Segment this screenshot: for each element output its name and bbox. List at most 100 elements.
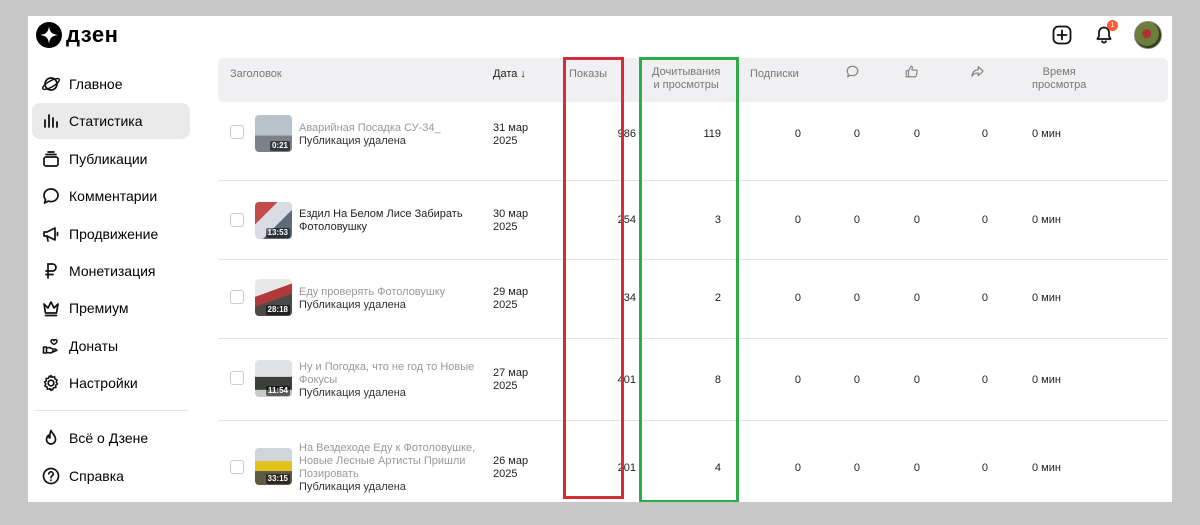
video-duration: 33:15 [265, 474, 290, 484]
column-likes-header[interactable] [904, 64, 919, 83]
sidebar-item-monetization[interactable]: Монетизация [32, 253, 190, 289]
sidebar-item-label: Монетизация [69, 262, 156, 279]
date-day: 26 мар [493, 455, 529, 467]
sidebar: Главное Статистика Публикации Комментари… [32, 66, 190, 495]
logo[interactable]: дзен [36, 22, 118, 48]
publication-title[interactable]: Аварийная Посадка СУ-34_ [299, 122, 479, 135]
shares-value: 0 [981, 462, 988, 474]
sidebar-item-promotion[interactable]: Продвижение [32, 216, 190, 252]
column-time-label-2: просмотра [1032, 79, 1087, 91]
notification-badge: 1 [1107, 20, 1118, 31]
sidebar-item-label: Публикации [69, 150, 148, 167]
row-checkbox[interactable] [230, 460, 244, 474]
video-duration: 28:18 [265, 305, 290, 315]
comments-value: 0 [853, 292, 860, 304]
sidebar-item-stats[interactable]: Статистика [32, 103, 190, 140]
sidebar-item-donations[interactable]: Донаты [32, 328, 190, 364]
subscriptions-value: 0 [794, 462, 801, 474]
sidebar-item-label: Главное [69, 76, 123, 92]
comments-value: 0 [853, 462, 860, 474]
sidebar-item-publications[interactable]: Публикации [32, 141, 190, 177]
column-date-header[interactable]: Дата ↓ [493, 68, 526, 81]
publication-title[interactable]: Еду проверять Фотоловушку [299, 286, 479, 299]
sidebar-item-premium[interactable]: Премиум [32, 290, 190, 326]
avatar[interactable] [1134, 21, 1162, 49]
sidebar-item-main[interactable]: Главное [32, 66, 190, 102]
comment-icon [40, 185, 62, 207]
comments-value: 0 [853, 374, 860, 386]
stack-icon [40, 148, 62, 170]
video-thumbnail[interactable]: 11:54 [255, 360, 292, 397]
watch-time-value: 0 мин [1032, 128, 1061, 140]
column-time-header[interactable]: Время просмотра [1032, 66, 1086, 92]
watch-time-value: 0 мин [1032, 462, 1061, 474]
sidebar-item-label: Статистика [69, 113, 143, 130]
watch-time-value: 0 мин [1032, 374, 1061, 386]
video-duration: 11:54 [265, 386, 290, 396]
subscriptions-value: 0 [794, 214, 801, 226]
publication-status: Публикация удалена [299, 481, 406, 493]
impressions-highlight-box [563, 57, 624, 499]
sidebar-item-label: Всё о Дзене [69, 430, 149, 447]
row-checkbox[interactable] [230, 371, 244, 385]
date-year: 2025 [493, 221, 518, 233]
column-title-header[interactable]: Заголовок [230, 68, 282, 81]
subscriptions-value: 0 [794, 292, 801, 304]
video-thumbnail[interactable]: 33:15 [255, 448, 292, 485]
crown-icon [40, 297, 62, 319]
brand-name: дзен [66, 22, 119, 47]
date-year: 2025 [493, 380, 518, 392]
column-subscriptions-header[interactable]: Подписки [750, 68, 799, 81]
video-thumbnail[interactable]: 0:21 [255, 115, 292, 152]
sidebar-item-settings[interactable]: Настройки [32, 365, 190, 401]
sidebar-item-label: Продвижение [69, 225, 159, 242]
app-window: дзен 1 Главное Статистика Публикации Ком… [28, 16, 1172, 502]
publication-status: Публикация удалена [299, 387, 406, 399]
help-icon [40, 465, 62, 487]
shares-value: 0 [981, 128, 988, 140]
likes-value: 0 [913, 214, 920, 226]
create-button[interactable] [1050, 23, 1074, 47]
column-shares-header[interactable] [970, 64, 985, 83]
likes-value: 0 [913, 128, 920, 140]
row-checkbox[interactable] [230, 213, 244, 227]
sidebar-divider [34, 410, 188, 412]
publication-status: Публикация удалена [299, 135, 406, 147]
publication-status: Публикация удалена [299, 299, 406, 311]
date-day: 31 мар [493, 122, 529, 134]
publication-title[interactable]: На Вездеходе Еду к Фотоловушке, Новые Ле… [299, 442, 479, 481]
sidebar-item-comments[interactable]: Комментарии [32, 178, 190, 214]
row-checkbox[interactable] [230, 125, 244, 139]
video-thumbnail[interactable]: 28:18 [255, 279, 292, 316]
publication-title[interactable]: Ну и Погодка, что не год то Новые Фокусы [299, 361, 479, 387]
donate-hand-icon [40, 335, 62, 357]
sidebar-item-label: Комментарии [69, 188, 158, 205]
date-day: 27 мар [493, 367, 529, 379]
date-year: 2025 [493, 468, 518, 480]
bar-chart-icon [40, 110, 62, 132]
sidebar-item-about[interactable]: Всё о Дзене [32, 420, 190, 456]
share-arrow-icon [971, 66, 984, 77]
sidebar-item-label: Донаты [69, 337, 119, 354]
thumbs-up-icon [905, 65, 918, 78]
date-year: 2025 [493, 135, 518, 147]
video-duration: 13:53 [265, 228, 290, 238]
video-thumbnail[interactable]: 13:53 [255, 202, 292, 239]
publication-title[interactable]: Ездил На Белом Лисе Забирать Фотоловушку [299, 208, 479, 234]
megaphone-icon [40, 223, 62, 245]
date-day: 30 мар [493, 208, 529, 220]
row-checkbox[interactable] [230, 290, 244, 304]
notifications-button[interactable]: 1 [1092, 20, 1118, 47]
flame-icon [40, 427, 62, 449]
sidebar-item-label: Премиум [69, 300, 129, 317]
sidebar-item-help[interactable]: Справка [32, 458, 190, 494]
subscriptions-value: 0 [794, 374, 801, 386]
gear-icon [40, 372, 62, 394]
column-comments-header[interactable] [845, 64, 860, 83]
comments-value: 0 [853, 128, 860, 140]
sidebar-item-label: Настройки [69, 375, 138, 392]
sort-arrow-down-icon: ↓ [517, 68, 526, 80]
watch-time-value: 0 мин [1032, 292, 1061, 304]
likes-value: 0 [913, 462, 920, 474]
likes-value: 0 [913, 292, 920, 304]
